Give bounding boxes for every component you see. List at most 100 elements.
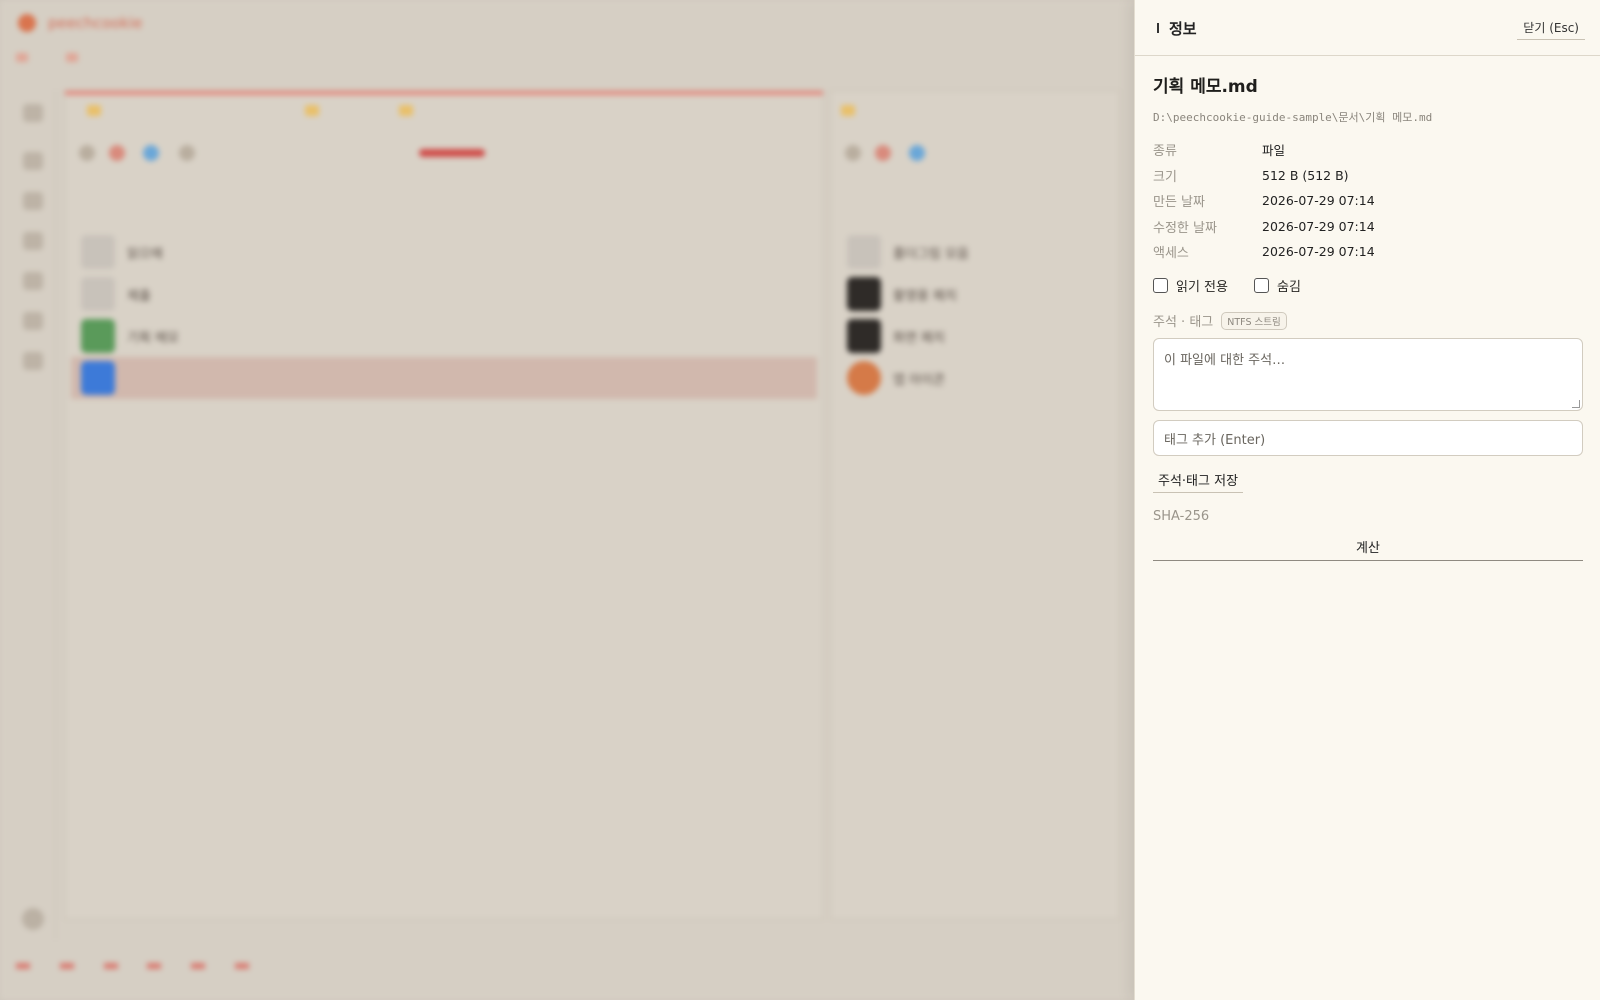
bg-toolbar-icon <box>875 145 891 161</box>
bg-list-item: 앱 아이콘 <box>837 357 1113 399</box>
bg-fkey <box>235 958 259 972</box>
file-properties: 종류 파일 크기 512 B (512 B) 만든 날짜 2026-07-29 … <box>1153 137 1583 265</box>
bg-toolbar-icon <box>79 145 95 161</box>
bg-pane-accent <box>65 91 823 95</box>
property-key: 액세스 <box>1153 246 1189 262</box>
tag-input[interactable]: 태그 추가 (Enter) <box>1153 420 1583 456</box>
bg-left-pane: 읽으매 제출 기획 메모 <box>64 90 824 920</box>
property-value: 2026-07-29 07:14 <box>1262 244 1375 260</box>
bg-file-list: 폴더그림 모음 촬영용 패치 화면 패치 앱 아이콘 <box>837 231 1113 399</box>
resize-grip-icon[interactable] <box>1572 400 1580 408</box>
property-row-modified: 수정한 날짜 2026-07-29 07:14 <box>1153 214 1583 240</box>
bg-toolbar-icon <box>845 145 861 161</box>
bg-file-name <box>127 371 131 386</box>
bg-sidebar-icon <box>23 192 43 210</box>
panel-title: 정보 <box>1169 20 1197 38</box>
property-row-size: 크기 512 B (512 B) <box>1153 163 1583 189</box>
bg-folder-tab <box>87 105 113 119</box>
bg-list-item: 폴더그림 모음 <box>837 231 1113 273</box>
bg-toolbar-icon <box>909 145 925 161</box>
bg-list-item: 촬영용 패치 <box>837 273 1113 315</box>
annotation-section-label: 주석 · 태그 NTFS 스트림 <box>1153 311 1287 330</box>
bg-list-item: 화면 패치 <box>837 315 1113 357</box>
bg-settings-icon <box>22 908 44 930</box>
info-panel-header: 정보 닫기 (Esc) <box>1135 0 1600 56</box>
bg-file-thumb <box>81 361 115 395</box>
bg-file-thumb <box>847 361 881 395</box>
bg-sidebar-icon <box>23 272 43 290</box>
hidden-checkbox-box[interactable] <box>1253 278 1269 293</box>
bg-file-name: 앱 아이콘 <box>893 372 945 388</box>
bg-fkey <box>191 958 215 972</box>
property-row-created: 만든 날짜 2026-07-29 07:14 <box>1153 188 1583 214</box>
file-path: D:\peechcookie-guide-sample\문서\기획 메모.md <box>1153 111 1433 124</box>
close-button[interactable]: 닫기 (Esc) <box>1517 16 1585 40</box>
hidden-label: 숨김 <box>1276 280 1301 295</box>
bg-file-name: 촬영용 패치 <box>893 288 957 304</box>
bg-file-thumb <box>847 235 881 269</box>
bg-progress-bar <box>419 149 485 157</box>
annotation-label: 주석 · 태그 <box>1153 315 1214 330</box>
header-marker <box>1157 23 1159 33</box>
bg-list-item-selected <box>71 357 817 399</box>
bg-toolbar-icon <box>109 145 125 161</box>
property-value: 2026-07-29 07:14 <box>1262 193 1375 209</box>
bg-window-tabs <box>16 50 91 66</box>
bg-sidebar <box>0 90 56 940</box>
bg-file-thumb <box>847 277 881 311</box>
bg-file-thumb <box>81 235 115 269</box>
annotation-placeholder: 이 파일에 대한 주석… <box>1164 353 1286 368</box>
save-annotation-button[interactable]: 주석·태그 저장 <box>1153 467 1244 493</box>
bg-sidebar-icon <box>23 352 43 370</box>
bg-folder-tab <box>841 105 867 119</box>
tag-input-placeholder: 태그 추가 (Enter) <box>1164 432 1266 448</box>
bg-list-item: 읽으매 <box>71 231 817 273</box>
property-key: 수정한 날짜 <box>1153 220 1217 236</box>
bg-toolbar-icon <box>179 145 195 161</box>
bg-window-tab <box>66 50 90 66</box>
bg-fkey <box>104 958 128 972</box>
bg-window-tab <box>16 50 40 66</box>
bg-folder-tab <box>399 105 425 119</box>
bg-file-list: 읽으매 제출 기획 메모 <box>71 231 817 399</box>
readonly-checkbox-box[interactable] <box>1153 278 1168 293</box>
bg-file-name: 제출 <box>127 288 151 304</box>
property-key: 종류 <box>1153 144 1177 160</box>
property-row-accessed: 액세스 2026-07-29 07:14 <box>1153 239 1583 265</box>
bg-file-thumb <box>81 277 115 311</box>
app-logo-icon <box>18 14 36 32</box>
bg-file-name: 폴더그림 모음 <box>893 246 969 262</box>
attribute-checks: 읽기 전용 숨김 <box>1153 276 1301 295</box>
property-key: 만든 날짜 <box>1153 195 1205 211</box>
app-brand: peechcookie <box>48 14 143 32</box>
bg-sidebar-icon <box>23 232 43 250</box>
property-value: 파일 <box>1262 143 1286 159</box>
property-key: 크기 <box>1153 169 1177 185</box>
bg-toolbar-icon <box>143 145 159 161</box>
annotation-textarea[interactable]: 이 파일에 대한 주석… <box>1153 338 1583 411</box>
bg-right-pane: 폴더그림 모음 촬영용 패치 화면 패치 앱 아이콘 <box>830 90 1120 920</box>
sha256-label: SHA-256 <box>1153 509 1210 524</box>
bg-function-bar <box>16 958 259 972</box>
ntfs-stream-badge: NTFS 스트림 <box>1221 311 1287 330</box>
bg-sidebar-icon <box>23 312 43 330</box>
bg-file-thumb <box>847 319 881 353</box>
calculate-hash-button[interactable]: 계산 <box>1153 533 1583 561</box>
readonly-checkbox[interactable]: 읽기 전용 <box>1153 276 1228 295</box>
bg-toolbar <box>845 141 1105 165</box>
bg-list-item: 제출 <box>71 273 817 315</box>
bg-sidebar-icon <box>23 152 43 170</box>
bg-file-name: 기획 메모 <box>127 330 179 346</box>
bg-file-name: 화면 패치 <box>893 330 945 346</box>
readonly-label: 읽기 전용 <box>1176 280 1228 295</box>
file-title: 기획 메모.md <box>1153 77 1258 97</box>
bg-list-item: 기획 메모 <box>71 315 817 357</box>
info-panel: 정보 닫기 (Esc) 기획 메모.md D:\peechcookie-guid… <box>1134 0 1600 1000</box>
bg-file-thumb <box>81 319 115 353</box>
bg-fkey <box>147 958 171 972</box>
property-row-type: 종류 파일 <box>1153 137 1583 163</box>
bg-file-name: 읽으매 <box>127 246 163 262</box>
bg-fkey <box>60 958 84 972</box>
hidden-checkbox[interactable]: 숨김 <box>1253 276 1301 295</box>
bg-fkey <box>16 958 40 972</box>
